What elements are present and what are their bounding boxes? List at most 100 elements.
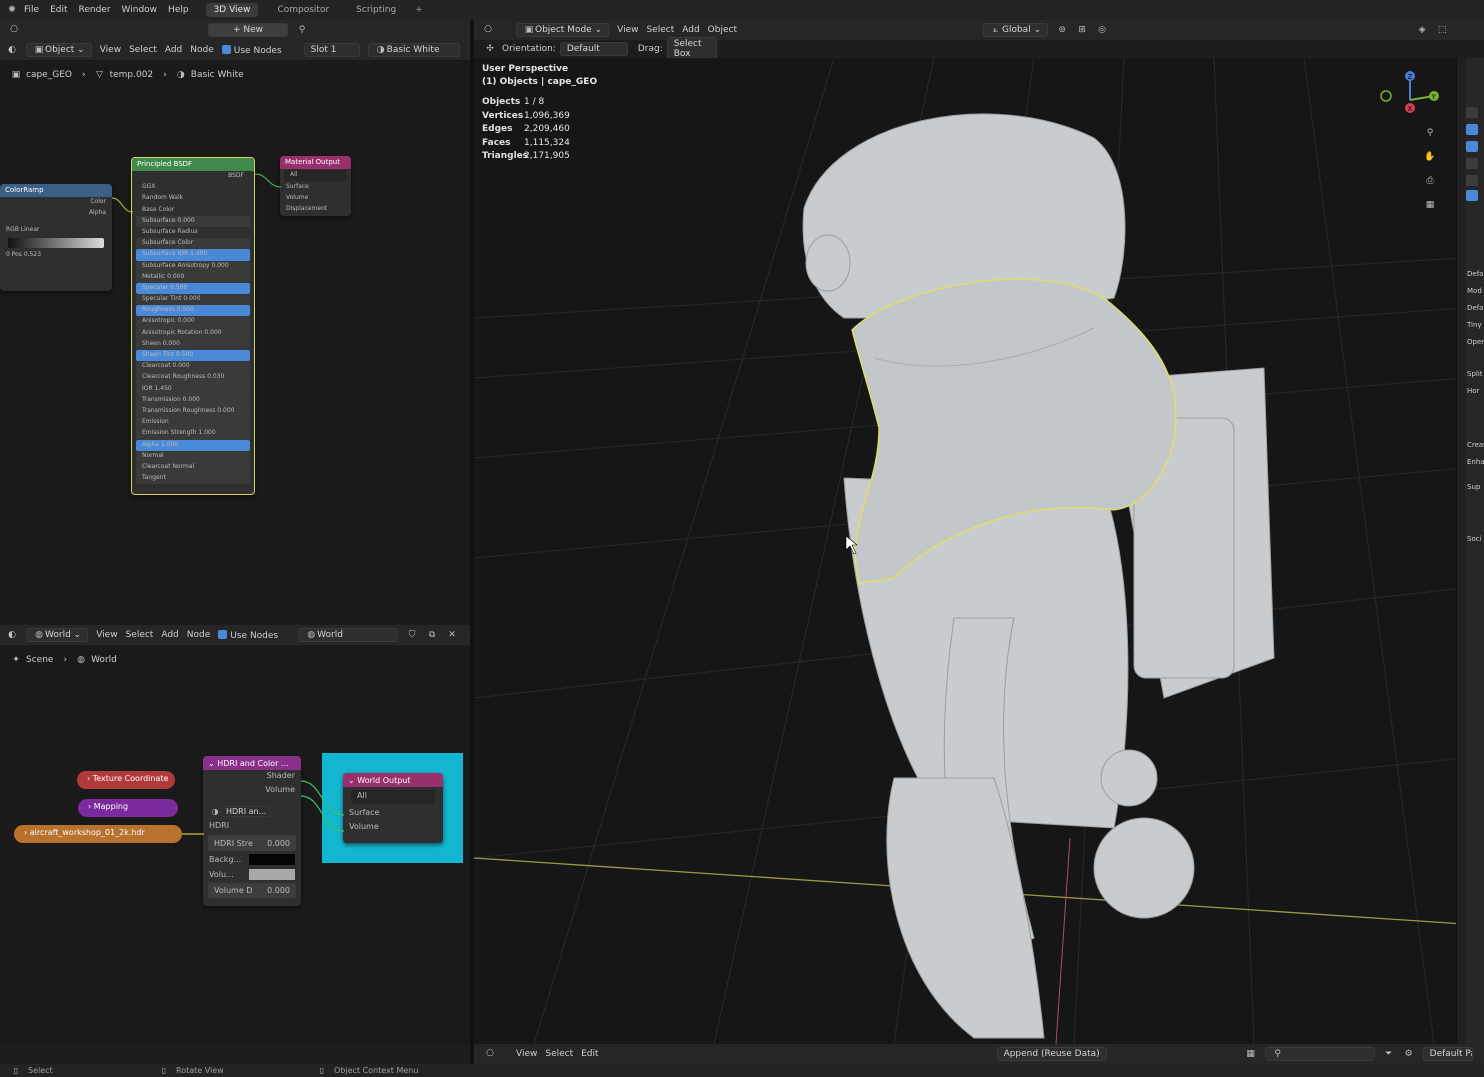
slot-dropdown[interactable]: Slot 1 [303,43,360,57]
shader-type-dropdown[interactable]: ◍ World ⌄ [26,628,89,642]
display-mode-icon[interactable]: ▦ [1245,1049,1257,1059]
3d-viewport[interactable]: User Perspective (1) Objects | cape_GEO … [474,58,1464,1044]
world-shader-icon[interactable]: ◐ [6,45,18,55]
tab-scripting[interactable]: Scripting [348,3,404,17]
asset-search-input[interactable]: ⚲ [1264,1047,1375,1061]
move-tool-icon[interactable]: ✣ [484,44,496,54]
world-shader-icon[interactable]: ◐ [6,630,18,640]
sphere-joint [1100,749,1158,807]
stat-key: Edges [482,124,513,134]
gear-icon[interactable]: ⚙ [1403,1049,1415,1059]
sidebar-checkbox[interactable] [1466,158,1478,169]
menu-select[interactable]: Select [646,25,674,35]
sidebar-item-label[interactable]: Tiny [1467,321,1482,329]
editor-type-icon[interactable]: ⎔ [484,1049,496,1059]
gizmo-axis-neg-y [1380,90,1392,102]
camera-icon[interactable]: ⎙ [1424,176,1436,200]
stat-key: Triangles [482,151,529,161]
use-nodes-toggle[interactable]: Use Nodes [221,44,282,56]
gizmo-toggle-icon[interactable]: ⬚ [1436,25,1448,35]
menu-select[interactable]: Select [129,45,157,55]
navigation-gizmo[interactable]: Z Y X [1378,66,1448,126]
gizmo-z-label: Z [1408,73,1413,81]
shader-editor-header: ◐ ▣ Object ⌄ View Select Add Node Use Nod… [0,40,470,60]
import-method-dropdown[interactable]: Append (Reuse Data) [996,1047,1107,1061]
sidebar-checkbox[interactable] [1466,175,1478,186]
menu-select[interactable]: Select [126,630,154,640]
menu-object[interactable]: Object [708,25,737,35]
menu-help[interactable]: Help [168,5,189,15]
proportional-edit-icon[interactable]: ◎ [1096,25,1108,35]
stat-value: 1,115,324 [524,137,570,148]
shader-node-editor[interactable]: ▣ cape_GEO › ▽ temp.002 › ◑ Basic White … [0,60,470,625]
sidebar-checkbox[interactable] [1466,107,1478,118]
menu-view[interactable]: View [100,45,121,55]
sidebar-checkbox[interactable] [1466,141,1478,152]
viewport-header: ⎔ ▣ Object Mode ⌄ View Select Add Object … [474,20,1484,40]
sidebar-item-label[interactable]: Hor [1467,387,1479,395]
editor-type-icon[interactable]: ⎔ [8,25,20,35]
use-nodes-toggle[interactable]: Use Nodes [218,629,279,641]
pan-hand-icon[interactable]: ✋ [1424,152,1436,176]
filter-icon[interactable]: ⏷ [1383,1049,1395,1059]
link-bsdf-output [254,173,282,188]
sidebar-item-label: Sup [1467,483,1481,491]
material-dropdown[interactable]: ◑ Basic White [367,43,460,57]
menu-node[interactable]: Node [187,630,211,640]
menu-view[interactable]: View [617,25,638,35]
viewport-nav-buttons: ⚲ ✋ ⎙ ▦ [1424,128,1440,224]
y-axis-line [1055,837,1071,1044]
menu-view[interactable]: View [516,1049,537,1059]
gizmo-y-label: Y [1431,93,1437,101]
editor-type-icon[interactable]: ⎔ [482,25,494,35]
preset-dropdown[interactable]: Default Param [1422,1047,1473,1061]
menu-window[interactable]: Window [122,5,158,15]
duplicate-icon[interactable]: ⧉ [426,630,438,640]
pivot-icon[interactable]: ⊚ [1056,25,1068,35]
close-icon[interactable]: ✕ [446,630,458,640]
mode-label: Object Mode [535,25,592,35]
grid-icon[interactable]: ▦ [1424,200,1436,224]
menu-node[interactable]: Node [190,45,214,55]
sidebar-checkbox[interactable] [1466,124,1478,135]
view-options-icon[interactable]: ◈ [1416,25,1428,35]
sidebar-item-label: Split [1467,370,1483,378]
stat-key: Objects [482,97,521,107]
object-type-dropdown[interactable]: ▣ Object ⌄ [26,43,92,57]
menu-add[interactable]: Add [161,630,178,640]
world-dropdown[interactable]: ◍ World [298,628,399,642]
menu-add[interactable]: Add [682,25,699,35]
transform-orientation-dropdown[interactable]: ⟀ Global ⌄ [982,23,1049,37]
menu-render[interactable]: Render [79,5,111,15]
menu-view[interactable]: View [96,630,117,640]
world-label: World [317,630,343,640]
cube-icon: ▣ [34,45,44,55]
blender-logo-icon[interactable]: ✺ [6,5,18,15]
stat-value: 2,209,460 [524,124,570,134]
pin-icon[interactable]: ⚲ [296,25,308,35]
orientation-dropdown[interactable]: Default [559,42,628,56]
tab-3d-view[interactable]: 3D View [205,3,259,17]
slot-new-button[interactable]: + New [208,23,288,37]
menu-edit[interactable]: Edit [50,5,67,15]
globe-icon: ◍ [307,630,316,640]
tab-compositor[interactable]: Compositor [269,3,337,17]
sidebar-item-label: Creat [1467,441,1484,449]
link-shader-surface [300,780,345,816]
menu-file[interactable]: File [24,5,39,15]
sidebar-panel: Defa Mod Defa Tiny Oper Split Hor Creat … [1456,58,1484,1044]
fake-user-icon[interactable]: ⛉ [406,630,418,640]
mode-dropdown[interactable]: ▣ Object Mode ⌄ [516,23,610,37]
snap-icon[interactable]: ⊞ [1076,25,1088,35]
sidebar-item-label: Oper [1467,338,1484,346]
menu-add[interactable]: Add [165,45,182,55]
use-nodes-label: Use Nodes [230,630,279,641]
add-workspace-button[interactable]: + [415,5,423,15]
sidebar-checkbox[interactable] [1466,190,1478,201]
menu-edit[interactable]: Edit [581,1049,598,1059]
zoom-icon[interactable]: ⚲ [1424,128,1436,152]
sidebar-item-label[interactable]: Mod [1467,287,1482,295]
world-node-editor[interactable]: ✦ Scene › ◍ World › Texture Coordinate ›… [0,645,470,1045]
checkbox-icon [218,629,228,639]
menu-select[interactable]: Select [545,1049,573,1059]
